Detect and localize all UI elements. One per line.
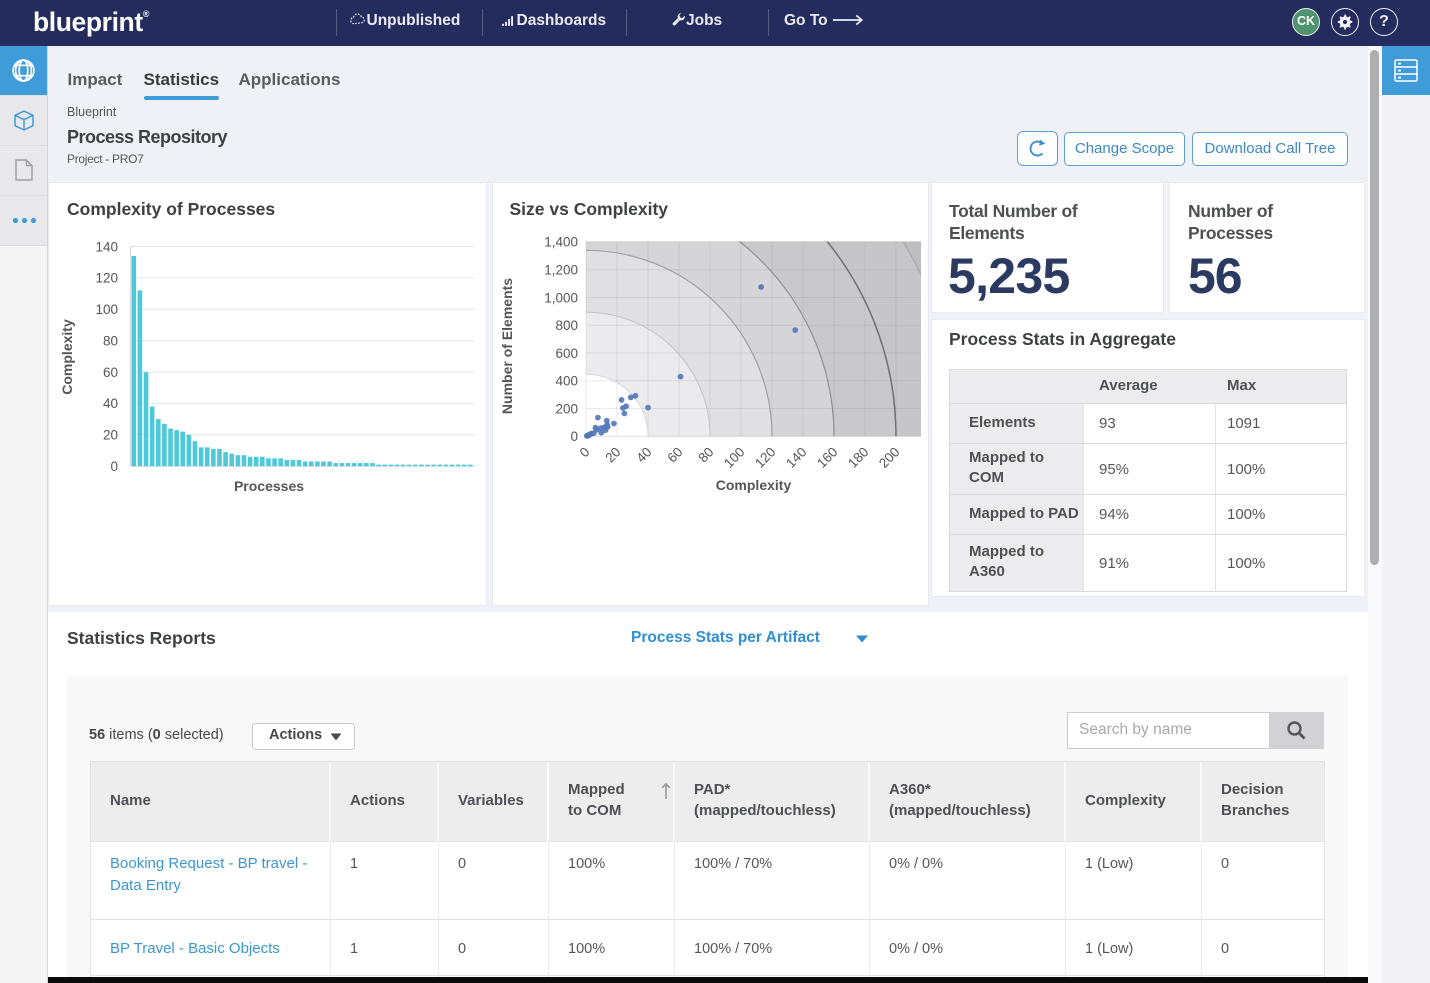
svg-text:100: 100 <box>95 302 118 317</box>
svg-text:180: 180 <box>844 444 871 471</box>
svg-text:Processes: Processes <box>234 478 304 494</box>
svg-text:200: 200 <box>555 401 578 416</box>
svg-text:800: 800 <box>555 318 578 333</box>
svg-text:120: 120 <box>751 444 778 471</box>
svg-text:1,200: 1,200 <box>544 263 578 278</box>
svg-text:20: 20 <box>602 444 623 465</box>
svg-text:40: 40 <box>103 396 118 411</box>
svg-text:60: 60 <box>103 365 118 380</box>
svg-text:140: 140 <box>782 444 809 471</box>
svg-text:120: 120 <box>95 271 118 286</box>
svg-text:80: 80 <box>103 334 118 349</box>
svg-text:100: 100 <box>720 444 747 471</box>
svg-text:1,400: 1,400 <box>544 235 578 250</box>
svg-text:Complexity: Complexity <box>59 319 75 395</box>
svg-text:0: 0 <box>576 444 592 460</box>
svg-text:60: 60 <box>664 444 685 465</box>
svg-text:160: 160 <box>813 444 840 471</box>
svg-text:140: 140 <box>95 239 118 254</box>
svg-text:Number of Elements: Number of Elements <box>499 278 515 414</box>
svg-text:20: 20 <box>103 428 118 443</box>
svg-text:0: 0 <box>110 459 118 474</box>
svg-text:1,000: 1,000 <box>544 290 578 305</box>
svg-text:400: 400 <box>555 374 578 389</box>
svg-text:80: 80 <box>695 444 716 465</box>
svg-text:200: 200 <box>875 444 902 471</box>
svg-text:Complexity: Complexity <box>715 477 791 493</box>
svg-text:40: 40 <box>633 444 654 465</box>
svg-text:0: 0 <box>570 429 578 444</box>
svg-text:600: 600 <box>555 346 578 361</box>
